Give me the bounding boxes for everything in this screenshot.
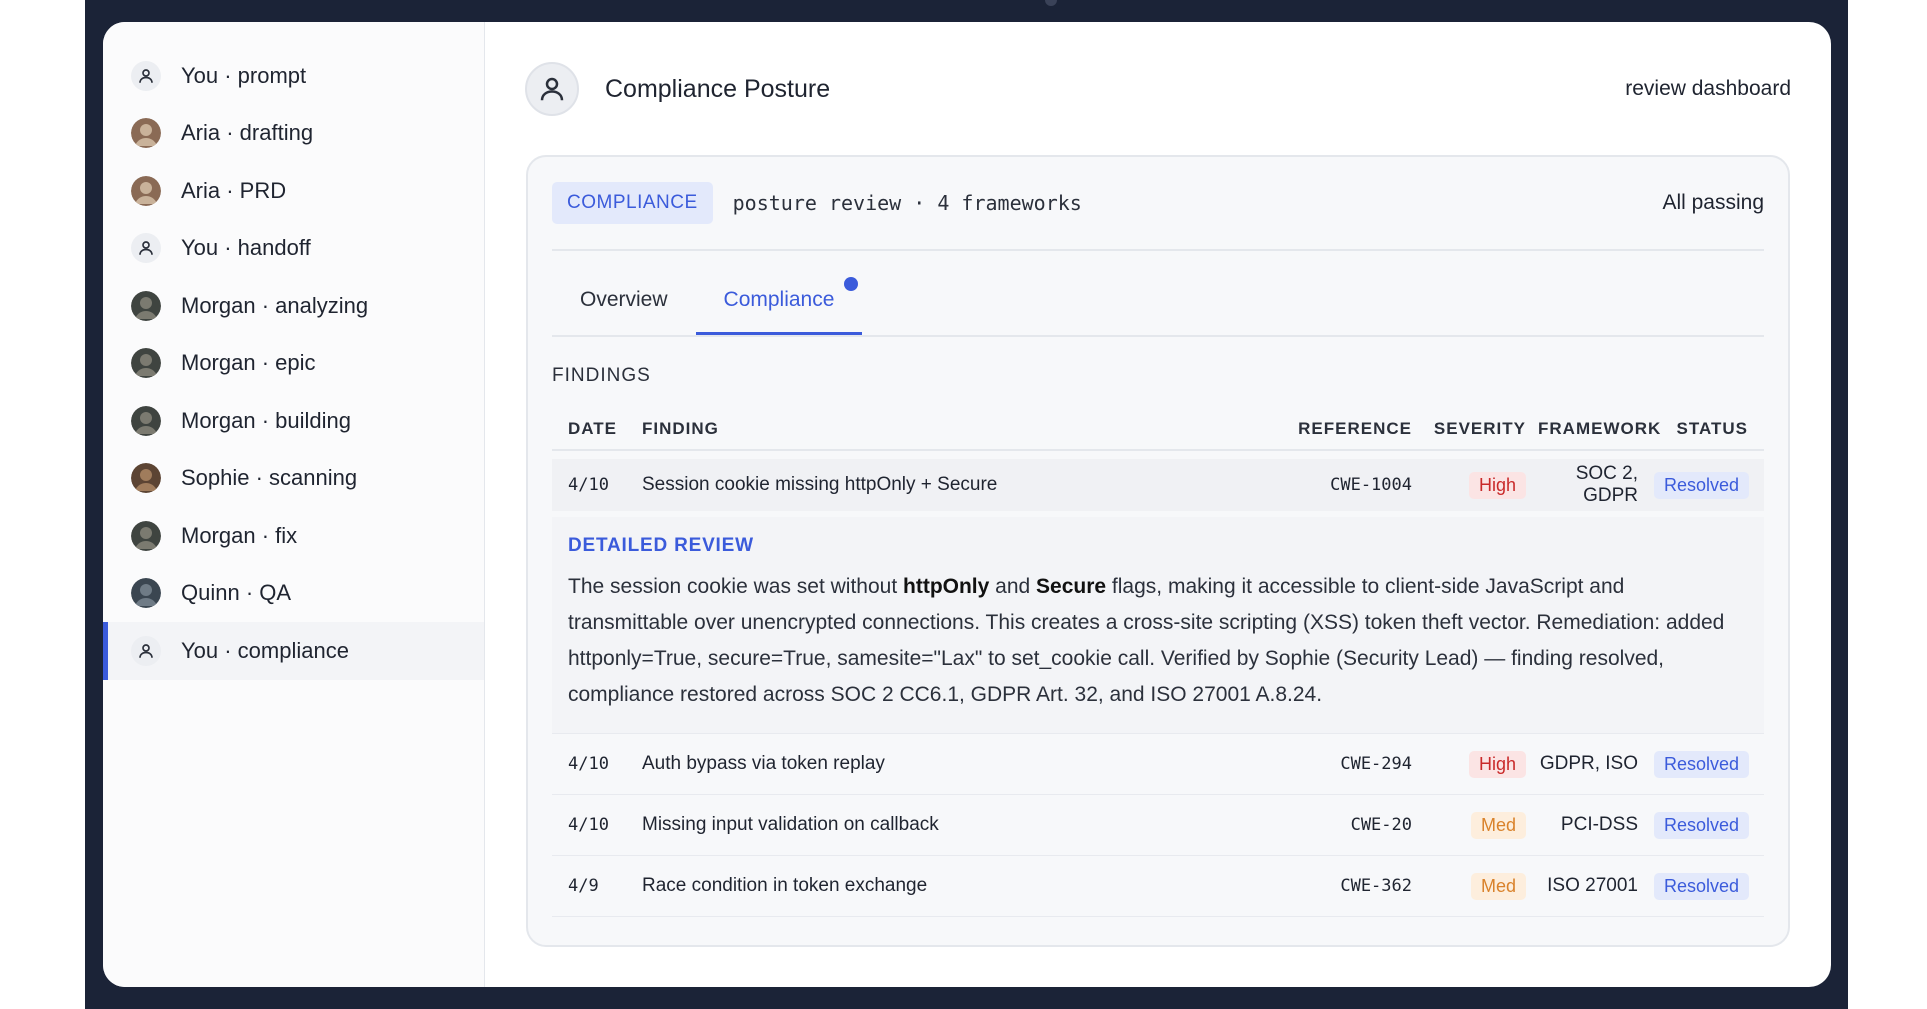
camera-dot xyxy=(1045,0,1057,6)
col-framework: FRAMEWORK xyxy=(1538,419,1662,438)
sidebar-item[interactable]: Aria · PRD xyxy=(103,162,484,220)
row-reference: CWE-1004 xyxy=(1330,475,1412,495)
sidebar-item[interactable]: You · handoff xyxy=(103,220,484,278)
severity-badge: Med xyxy=(1470,872,1526,900)
row-finding: Session cookie missing httpOnly + Secure xyxy=(642,474,998,495)
severity-badge: High xyxy=(1468,471,1526,499)
status-badge: Resolved xyxy=(1654,471,1750,499)
sidebar-item-label: Aria · PRD xyxy=(181,177,287,203)
avatar xyxy=(131,520,161,551)
sidebar-item[interactable]: Sophie · scanning xyxy=(103,450,484,508)
sidebar-item-label: You · compliance xyxy=(181,637,349,663)
user-icon xyxy=(525,62,579,116)
divider xyxy=(552,249,1764,251)
notification-dot xyxy=(844,277,859,291)
row-date: 4/10 xyxy=(568,815,609,835)
sidebar-item-label: Sophie · scanning xyxy=(181,465,358,491)
avatar xyxy=(131,175,161,206)
status-badge: Resolved xyxy=(1654,750,1750,778)
sidebar-item-label: You · handoff xyxy=(181,235,311,261)
detail-text-part: The session cookie was set without xyxy=(568,575,903,598)
detail-text-part: and xyxy=(989,575,1037,598)
row-finding: Race condition in token exchange xyxy=(642,875,928,896)
status-badge: Resolved xyxy=(1654,811,1750,839)
row-finding: Missing input validation on callback xyxy=(642,814,939,835)
status-badge: Resolved xyxy=(1654,872,1750,900)
sidebar-item[interactable]: Quinn · QA xyxy=(103,565,484,623)
sidebar-item[interactable]: You · compliance xyxy=(103,622,484,680)
card-header: COMPLIANCE posture review · 4 frameworks… xyxy=(552,181,1764,225)
sidebar-item[interactable]: Morgan · epic xyxy=(103,335,484,393)
detailed-review-text: The session cookie was set without httpO… xyxy=(568,569,1748,713)
row-framework: SOC 2, GDPR xyxy=(1575,463,1638,506)
overall-status: All passing xyxy=(1662,191,1764,214)
row-finding: Auth bypass via token replay xyxy=(642,753,885,774)
page-header: Compliance Posture review dashboard xyxy=(525,59,1791,119)
tab-compliance-label: Compliance xyxy=(723,288,835,311)
tab-compliance[interactable]: Compliance xyxy=(695,267,863,335)
user-icon xyxy=(131,233,161,264)
main-panel: Compliance Posture review dashboard COMP… xyxy=(485,22,1831,987)
avatar xyxy=(131,348,161,379)
table-row[interactable]: 4/10 Auth bypass via token replay CWE-29… xyxy=(552,734,1764,795)
col-reference: REFERENCE xyxy=(1298,419,1412,438)
row-date: 4/9 xyxy=(568,876,599,896)
severity-badge: High xyxy=(1468,750,1526,778)
row-date: 4/10 xyxy=(568,475,609,495)
table-row[interactable]: 4/10 Session cookie missing httpOnly + S… xyxy=(552,459,1764,511)
sidebar-item[interactable]: Morgan · fix xyxy=(103,507,484,565)
compliance-card: COMPLIANCE posture review · 4 frameworks… xyxy=(526,155,1790,947)
row-framework: GDPR, ISO xyxy=(1539,753,1638,774)
findings-table: DATE FINDING REFERENCE SEVERITY FRAMEWOR… xyxy=(552,409,1764,917)
row-reference: CWE-294 xyxy=(1340,754,1412,774)
card-subtitle: posture review · 4 frameworks xyxy=(732,191,1082,215)
tab-overview[interactable]: Overview xyxy=(552,267,696,335)
table-row[interactable]: 4/9 Race condition in token exchange CWE… xyxy=(552,856,1764,917)
user-icon xyxy=(131,635,161,666)
sidebar: You · prompt Aria · drafting Aria · PRD You… xyxy=(103,22,485,987)
detailed-review-heading: DETAILED REVIEW xyxy=(568,535,754,556)
sidebar-item-label: Aria · drafting xyxy=(181,120,314,146)
col-status: STATUS xyxy=(1676,419,1748,438)
table-header: DATE FINDING REFERENCE SEVERITY FRAMEWOR… xyxy=(552,409,1764,451)
row-reference: CWE-20 xyxy=(1350,815,1412,835)
table-row[interactable]: 4/10 Missing input validation on callbac… xyxy=(552,795,1764,856)
row-framework: PCI-DSS xyxy=(1560,814,1638,835)
findings-heading: FINDINGS xyxy=(552,365,651,386)
col-date: DATE xyxy=(568,419,618,438)
detailed-review-panel: DETAILED REVIEW The session cookie was s… xyxy=(552,517,1764,734)
sidebar-item-label: Morgan · analyzing xyxy=(181,292,369,318)
col-finding: FINDING xyxy=(642,419,719,438)
sidebar-item-label: Morgan · epic xyxy=(181,350,316,376)
header-context-label: review dashboard xyxy=(1625,77,1791,100)
severity-badge: Med xyxy=(1470,811,1526,839)
sidebar-item[interactable]: Aria · drafting xyxy=(103,105,484,163)
row-reference: CWE-362 xyxy=(1340,876,1412,896)
detail-emphasis: Secure xyxy=(1036,575,1107,598)
avatar xyxy=(131,463,161,494)
row-framework: ISO 27001 xyxy=(1547,875,1638,896)
category-pill: COMPLIANCE xyxy=(552,182,713,224)
avatar xyxy=(131,405,161,436)
sidebar-item-label: Quinn · QA xyxy=(181,580,292,606)
tab-bar: Overview Compliance xyxy=(552,267,1764,337)
sidebar-item-label: Morgan · building xyxy=(181,407,351,433)
detail-emphasis: httpOnly xyxy=(903,575,990,598)
user-icon xyxy=(131,60,161,91)
page-title: Compliance Posture xyxy=(605,74,831,103)
app-window: You · prompt Aria · drafting Aria · PRD You… xyxy=(103,22,1831,987)
sidebar-item-label: Morgan · fix xyxy=(181,522,298,548)
sidebar-item[interactable]: Morgan · analyzing xyxy=(103,277,484,335)
row-date: 4/10 xyxy=(568,754,609,774)
avatar xyxy=(131,118,161,149)
avatar xyxy=(131,290,161,321)
sidebar-item[interactable]: You · prompt xyxy=(103,47,484,105)
sidebar-item[interactable]: Morgan · building xyxy=(103,392,484,450)
avatar xyxy=(131,578,161,609)
col-severity: SEVERITY xyxy=(1433,419,1526,438)
sidebar-item-label: You · prompt xyxy=(181,62,307,88)
